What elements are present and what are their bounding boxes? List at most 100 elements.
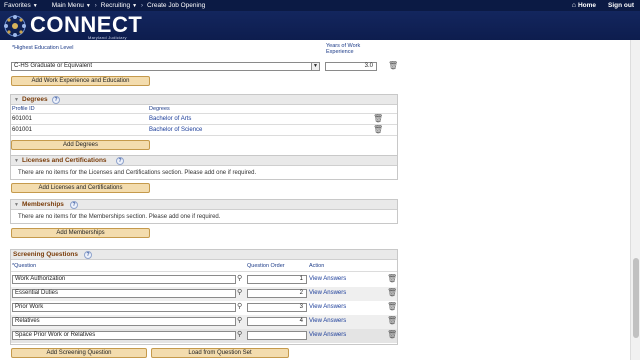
delete-trash-icon[interactable]: 🗑 bbox=[387, 274, 397, 283]
col-degrees: Degrees bbox=[149, 106, 170, 112]
question-order-input[interactable]: 4 bbox=[247, 317, 307, 326]
top-nav-bar: Favorites ▼ Main Menu ▼ › Recruiting ▼ › Cr… bbox=[0, 0, 640, 11]
question-order-input[interactable] bbox=[247, 331, 307, 340]
degree-row-2-profile-id: 601001 bbox=[12, 127, 33, 133]
question-input[interactable]: Work Authorization bbox=[12, 275, 236, 284]
table-row: Space Prior Work or Relatives ⚲ View Ans… bbox=[11, 329, 397, 343]
search-icon[interactable]: ⚲ bbox=[237, 288, 242, 296]
recruiting-label: Recruiting bbox=[100, 2, 131, 9]
table-row: Relatives ⚲ 4 View Answers 🗑 bbox=[11, 315, 397, 329]
question-input[interactable]: Relatives bbox=[12, 317, 236, 326]
search-icon[interactable]: ⚲ bbox=[237, 316, 242, 324]
memberships-panel: ▼ Memberships ? There are no items for t… bbox=[10, 199, 398, 224]
degrees-header[interactable]: ▼ Degrees ? bbox=[11, 95, 397, 105]
degree-row-1-name[interactable]: Bachelor of Arts bbox=[149, 116, 191, 122]
memberships-empty-message: There are no items for the Memberships s… bbox=[18, 214, 221, 220]
table-row: Prior Work ⚲ 3 View Answers 🗑 bbox=[11, 301, 397, 315]
delete-trash-icon[interactable]: 🗑 bbox=[387, 316, 397, 325]
degree-row-2-name[interactable]: Bachelor of Science bbox=[149, 127, 202, 133]
search-icon[interactable]: ⚲ bbox=[237, 274, 242, 282]
scrollbar-thumb[interactable] bbox=[633, 258, 639, 338]
breadcrumb-recruiting[interactable]: Recruiting ▼ bbox=[97, 2, 141, 9]
help-icon[interactable]: ? bbox=[70, 201, 78, 209]
home-label: Home bbox=[577, 2, 596, 9]
chevron-down-icon: ▼ bbox=[85, 2, 91, 9]
add-licenses-button[interactable]: Add Licenses and Certifications bbox=[11, 183, 150, 193]
delete-trash-icon[interactable]: 🗑 bbox=[373, 114, 383, 123]
chevron-down-icon: ▼ bbox=[132, 2, 138, 9]
table-row: Work Authorization ⚲ 1 View Answers 🗑 bbox=[11, 273, 397, 286]
delete-trash-icon[interactable]: 🗑 bbox=[387, 302, 397, 311]
search-icon[interactable]: ⚲ bbox=[237, 302, 242, 310]
question-input[interactable]: Essential Duties bbox=[12, 289, 236, 298]
licenses-panel: ▼ Licenses and Certifications ? There ar… bbox=[10, 155, 398, 180]
degree-row-1-profile-id: 601001 bbox=[12, 116, 33, 122]
highest-education-value: C-HS Graduate or Equivalent bbox=[14, 63, 93, 69]
screening-title: Screening Questions bbox=[13, 251, 79, 258]
home-icon: ⌂ bbox=[571, 2, 576, 9]
chevron-down-icon: ▼ bbox=[32, 2, 38, 9]
help-icon[interactable]: ? bbox=[116, 157, 124, 165]
collapse-triangle-icon: ▼ bbox=[14, 202, 19, 208]
search-icon[interactable]: ⚲ bbox=[237, 330, 242, 338]
screening-header: Screening Questions ? bbox=[11, 250, 397, 260]
divider bbox=[11, 135, 397, 136]
chevron-down-icon: ▼ bbox=[311, 63, 319, 70]
degrees-title: Degrees bbox=[22, 96, 48, 103]
delete-trash-icon[interactable]: 🗑 bbox=[387, 288, 397, 297]
add-work-experience-button[interactable]: Add Work Experience and Education bbox=[11, 76, 150, 86]
delete-trash-icon[interactable]: 🗑 bbox=[373, 125, 383, 134]
collapse-triangle-icon: ▼ bbox=[14, 158, 19, 164]
sign-out-link[interactable]: Sign out bbox=[602, 2, 640, 9]
vertical-scrollbar[interactable] bbox=[630, 40, 640, 360]
view-answers-link[interactable]: View Answers bbox=[309, 276, 346, 282]
col-action: Action bbox=[309, 263, 325, 269]
main-content: *Highest Education Level Years of Work E… bbox=[0, 40, 630, 360]
highest-education-select[interactable]: C-HS Graduate or Equivalent ▼ bbox=[11, 62, 320, 71]
licenses-title: Licenses and Certifications bbox=[22, 157, 107, 164]
create-job-label: Create Job Opening bbox=[147, 2, 206, 9]
add-memberships-button[interactable]: Add Memberships bbox=[11, 228, 150, 238]
favorites-menu[interactable]: Favorites ▼ bbox=[0, 2, 42, 9]
view-answers-link[interactable]: View Answers bbox=[309, 318, 346, 324]
question-input[interactable]: Prior Work bbox=[12, 303, 236, 312]
question-input[interactable]: Space Prior Work or Relatives bbox=[12, 331, 236, 340]
licenses-header[interactable]: ▼ Licenses and Certifications ? bbox=[11, 156, 397, 166]
memberships-header[interactable]: ▼ Memberships ? bbox=[11, 200, 397, 210]
view-answers-link[interactable]: View Answers bbox=[309, 332, 346, 338]
load-question-set-button[interactable]: Load from Question Set bbox=[151, 348, 289, 358]
help-icon[interactable]: ? bbox=[84, 251, 92, 259]
sign-out-label: Sign out bbox=[608, 2, 634, 9]
home-link[interactable]: ⌂ Home bbox=[566, 2, 602, 9]
collapse-triangle-icon: ▼ bbox=[14, 97, 19, 103]
divider bbox=[11, 124, 397, 125]
question-order-input[interactable]: 2 bbox=[247, 289, 307, 298]
question-order-input[interactable]: 1 bbox=[247, 275, 307, 284]
delete-trash-icon[interactable]: 🗑 bbox=[387, 330, 397, 339]
col-question: *Question bbox=[12, 263, 37, 269]
brand-header: CONNECT Maryland Judiciary bbox=[0, 11, 640, 40]
favorites-label: Favorites bbox=[4, 2, 31, 9]
memberships-title: Memberships bbox=[22, 201, 64, 208]
col-profile-id: Profile ID bbox=[12, 106, 35, 112]
question-order-input[interactable]: 3 bbox=[247, 303, 307, 312]
years-experience-input[interactable]: 3.0 bbox=[325, 62, 377, 71]
screening-panel: Screening Questions ? *Question Question… bbox=[10, 249, 398, 345]
nav-right: ⌂ Home Sign out bbox=[566, 0, 640, 11]
licenses-empty-message: There are no items for the Licenses and … bbox=[18, 170, 257, 176]
years-experience-label: Years of Work Experience bbox=[326, 43, 361, 55]
view-answers-link[interactable]: View Answers bbox=[309, 290, 346, 296]
view-answers-link[interactable]: View Answers bbox=[309, 304, 346, 310]
delete-trash-icon[interactable]: 🗑 bbox=[388, 61, 398, 70]
main-menu[interactable]: Main Menu ▼ bbox=[48, 2, 95, 9]
breadcrumb-create-job-opening[interactable]: Create Job Opening bbox=[143, 2, 209, 9]
highest-education-label: *Highest Education Level bbox=[12, 45, 74, 51]
add-screening-question-button[interactable]: Add Screening Question bbox=[11, 348, 147, 358]
connect-logo-icon bbox=[4, 15, 26, 37]
col-question-order: Question Order bbox=[247, 263, 285, 269]
add-degrees-button[interactable]: Add Degrees bbox=[11, 140, 150, 150]
table-row: Essential Duties ⚲ 2 View Answers 🗑 bbox=[11, 287, 397, 301]
help-icon[interactable]: ? bbox=[52, 96, 60, 104]
divider bbox=[11, 271, 397, 272]
divider bbox=[11, 113, 397, 114]
